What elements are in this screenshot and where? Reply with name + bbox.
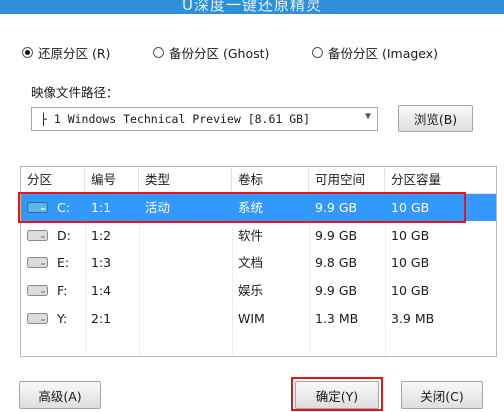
drive-icon	[27, 202, 48, 213]
radio-backup-imagex-indicator[interactable]	[312, 46, 323, 58]
cell-partition: C:	[57, 200, 70, 215]
advanced-button[interactable]: 高级(A)	[19, 381, 101, 409]
header-capacity[interactable]: 分区容量	[385, 167, 496, 193]
radio-backup-ghost-label: 备份分区 (Ghost)	[169, 45, 270, 61]
radio-restore-label: 还原分区 (R)	[38, 45, 111, 61]
window-title: U深度一键还原精灵	[182, 0, 322, 14]
drive-icon	[27, 285, 48, 296]
cell-number: 1:4	[91, 283, 112, 298]
cell-partition: F:	[57, 283, 68, 298]
cell-number: 1:1	[91, 200, 112, 215]
cell-capacity: 10 GB	[391, 255, 430, 270]
chevron-down-icon[interactable]: ▼	[365, 111, 371, 122]
cell-type: 活动	[145, 200, 171, 215]
cell-type	[139, 305, 145, 332]
cell-partition: D:	[57, 228, 71, 243]
cell-free: 9.9 GB	[315, 228, 358, 243]
confirm-button[interactable]: 确定(Y)	[295, 381, 379, 409]
cell-number: 1:2	[91, 228, 112, 243]
drive-icon	[27, 313, 48, 324]
cell-free: 1.3 MB	[315, 311, 359, 326]
header-label[interactable]: 卷标	[232, 167, 309, 193]
cell-partition: Y:	[57, 311, 68, 326]
header-number[interactable]: 编号	[85, 167, 139, 193]
cell-capacity: 10 GB	[391, 200, 430, 215]
table-row[interactable]: D: 1:2 软件 9.9 GB 10 GB	[21, 222, 496, 249]
table-row[interactable]: Y: 2:1 WIM 1.3 MB 3.9 MB	[21, 305, 496, 332]
cell-free: 9.8 GB	[315, 255, 358, 270]
cell-label: 软件	[238, 228, 264, 243]
partition-table: 分区 编号 类型 卷标 可用空间 分区容量 C: 1:1 活动 系统 9.9 G…	[20, 166, 497, 357]
radio-backup-ghost-indicator[interactable]	[153, 46, 164, 58]
drive-icon	[27, 257, 48, 268]
radio-restore[interactable]: 还原分区 (R)	[22, 42, 110, 62]
cell-type	[139, 277, 145, 304]
radio-backup-ghost[interactable]: 备份分区 (Ghost)	[153, 42, 269, 62]
cell-label: 系统	[238, 200, 264, 215]
close-button[interactable]: 关闭(C)	[401, 381, 483, 409]
cell-partition: E:	[57, 255, 70, 270]
radio-backup-imagex-label: 备份分区 (Imagex)	[328, 45, 439, 61]
cell-capacity: 10 GB	[391, 228, 430, 243]
drive-icon	[27, 230, 48, 241]
header-free[interactable]: 可用空间	[309, 167, 385, 193]
header-partition[interactable]: 分区	[21, 167, 85, 193]
cell-number: 1:3	[91, 255, 112, 270]
image-path-value: ├ 1 Windows Technical Preview [8.61 GB]	[40, 112, 311, 126]
cell-label: 娱乐	[238, 283, 264, 298]
cell-number: 2:1	[91, 311, 112, 326]
cell-capacity: 3.9 MB	[391, 311, 435, 326]
title-bar: U深度一键还原精灵	[0, 0, 504, 14]
cell-free: 9.9 GB	[315, 283, 358, 298]
cell-capacity: 10 GB	[391, 283, 430, 298]
image-path-select[interactable]: ├ 1 Windows Technical Preview [8.61 GB] …	[31, 107, 378, 131]
cell-type	[139, 222, 145, 249]
radio-restore-indicator[interactable]	[22, 46, 33, 58]
radio-backup-imagex[interactable]: 备份分区 (Imagex)	[312, 42, 438, 62]
cell-label: WIM	[238, 311, 265, 326]
cell-label: 文档	[238, 255, 264, 270]
table-row[interactable]: E: 1:3 文档 9.8 GB 10 GB	[21, 249, 496, 276]
browse-button[interactable]: 浏览(B)	[398, 105, 473, 132]
table-header: 分区 编号 类型 卷标 可用空间 分区容量	[21, 167, 496, 194]
cell-type	[139, 249, 145, 276]
header-type[interactable]: 类型	[139, 167, 232, 193]
cell-free: 9.9 GB	[315, 200, 358, 215]
table-row[interactable]: F: 1:4 娱乐 9.9 GB 10 GB	[21, 277, 496, 304]
table-row[interactable]: C: 1:1 活动 系统 9.9 GB 10 GB	[21, 194, 496, 221]
image-path-label: 映像文件路径：	[31, 85, 119, 100]
